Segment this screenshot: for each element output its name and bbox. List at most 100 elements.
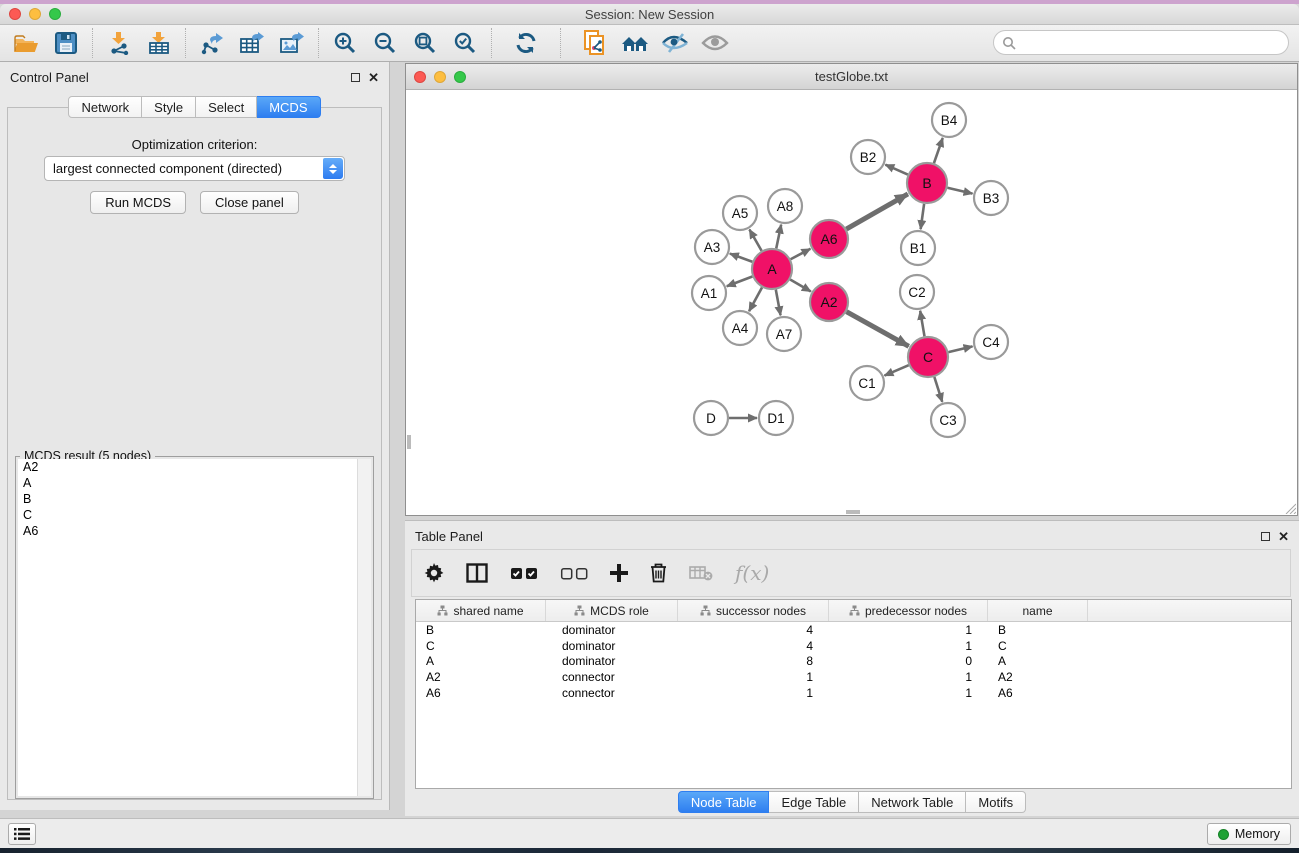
import-network-icon[interactable] [99,27,139,59]
table-row[interactable]: Adominator80A [416,654,1291,670]
graph-node-label: A4 [732,321,749,336]
graph-edge-A-A5[interactable] [749,229,761,250]
open-session-icon[interactable] [6,27,46,59]
run-mcds-button[interactable]: Run MCDS [90,191,186,214]
graph-edge-B-B2[interactable] [885,165,907,175]
import-table-icon[interactable] [139,27,179,59]
table-tabs: Node Table Edge Table Network Table Moti… [405,791,1299,813]
export-network-icon[interactable] [192,27,232,59]
column-header-MCDS-role[interactable]: MCDS role [546,600,678,621]
graph-edge-A2-C[interactable] [846,312,908,347]
column-header-shared-name[interactable]: shared name [416,600,546,621]
table-row[interactable]: Bdominator41B [416,622,1291,638]
tab-style[interactable]: Style [142,96,196,118]
column-header-name[interactable]: name [988,600,1088,621]
graph-edge-A6-B[interactable] [846,194,908,229]
delete-table-icon[interactable] [689,565,713,581]
zoom-fit-icon[interactable] [405,27,445,59]
table-row[interactable]: Cdominator41C [416,638,1291,654]
main-toolbar [0,25,1299,62]
search-input[interactable] [1016,31,1288,54]
memory-button[interactable]: Memory [1207,823,1291,845]
result-item[interactable]: A6 [18,523,371,539]
graph-edge-A-A3[interactable] [730,254,752,262]
task-history-button[interactable] [8,823,36,845]
graph-edge-B-B3[interactable] [947,188,972,194]
graph-edge-B-B1[interactable] [921,204,925,229]
result-scrollbar[interactable] [357,459,371,796]
table-cell: A [988,654,1088,668]
network-canvas[interactable]: B4B2BB3A5A8A6A3B1AA1C2A2A4A7C4CC1C3DD1 [406,90,1297,515]
delete-column-icon[interactable] [650,563,667,583]
graph-node-label: B3 [983,191,1000,206]
gear-icon[interactable] [424,563,444,583]
table-row[interactable]: A6connector11A6 [416,685,1291,701]
hide-selected-icon[interactable] [655,27,695,59]
tab-network-table[interactable]: Network Table [859,791,966,813]
float-panel-icon[interactable] [1261,532,1270,541]
result-item[interactable]: B [18,491,371,507]
close-panel-button[interactable]: Close panel [200,191,299,214]
graph-edge-A-A2[interactable] [790,280,811,292]
result-item[interactable]: A [18,475,371,491]
tab-mcds[interactable]: MCDS [257,96,320,118]
horizontal-scroll-nub[interactable] [846,510,860,514]
graph-edge-C-C1[interactable] [884,365,908,375]
result-item[interactable]: A2 [18,459,371,475]
tab-edge-table[interactable]: Edge Table [769,791,859,813]
graph-edge-C-C2[interactable] [920,311,924,337]
tab-select[interactable]: Select [196,96,257,118]
add-column-icon[interactable] [610,564,628,582]
search-field[interactable] [993,30,1289,55]
graph-node-label: A7 [776,327,793,342]
save-session-icon[interactable] [46,27,86,59]
resize-grip[interactable] [1284,502,1296,514]
graph-edge-A-A7[interactable] [776,290,781,316]
function-builder-icon[interactable]: f(x) [735,561,769,585]
graph-edge-C-C4[interactable] [948,346,972,352]
table-row[interactable]: A2connector11A2 [416,669,1291,685]
float-panel-icon[interactable] [351,73,360,82]
table-cell: 0 [829,654,988,668]
columns-icon[interactable] [466,563,488,583]
toolbar-separator [491,28,492,58]
vertical-scroll-nub[interactable] [407,435,411,449]
tab-network[interactable]: Network [68,96,142,118]
zoom-in-icon[interactable] [325,27,365,59]
criterion-dropdown[interactable]: largest connected component (directed) [44,156,345,181]
toolbar-separator [185,28,186,58]
toolbar-separator [560,28,561,58]
export-table-icon[interactable] [232,27,272,59]
table-cell: 1 [678,670,829,684]
graph-edge-A-A6[interactable] [791,249,811,259]
graph-edge-A-A8[interactable] [776,225,781,249]
graph-edge-A-A4[interactable] [749,287,762,311]
close-panel-icon[interactable]: ✕ [368,71,379,84]
column-header-successor-nodes[interactable]: successor nodes [678,600,829,621]
result-item[interactable]: C [18,507,371,523]
network-window-titlebar[interactable]: testGlobe.txt [406,64,1297,90]
table-cell: 1 [678,686,829,700]
zoom-selected-icon[interactable] [445,27,485,59]
show-all-icon[interactable] [695,27,735,59]
table-cell: 1 [829,639,988,653]
memory-label: Memory [1235,827,1280,841]
graph-edge-C-C3[interactable] [934,377,942,402]
zoom-out-icon[interactable] [365,27,405,59]
tab-motifs[interactable]: Motifs [966,791,1026,813]
app-window-title: Session: New Session [0,7,1299,22]
new-network-from-selection-icon[interactable] [575,27,615,59]
table-cell: dominator [546,654,678,668]
deselect-all-checkboxes-icon[interactable] [560,567,588,580]
graph-edge-B-B4[interactable] [934,138,943,163]
select-all-checkboxes-icon[interactable] [510,567,538,580]
graph-edge-A-A1[interactable] [727,276,753,286]
first-neighbors-icon[interactable] [615,27,655,59]
graph-node-label: D1 [767,411,784,426]
export-image-icon[interactable] [272,27,312,59]
refresh-layout-icon[interactable] [506,27,546,59]
close-panel-icon[interactable]: ✕ [1278,530,1289,543]
column-header-predecessor-nodes[interactable]: predecessor nodes [829,600,988,621]
tab-node-table[interactable]: Node Table [678,791,770,813]
control-panel-header: Control Panel ✕ [0,62,389,92]
